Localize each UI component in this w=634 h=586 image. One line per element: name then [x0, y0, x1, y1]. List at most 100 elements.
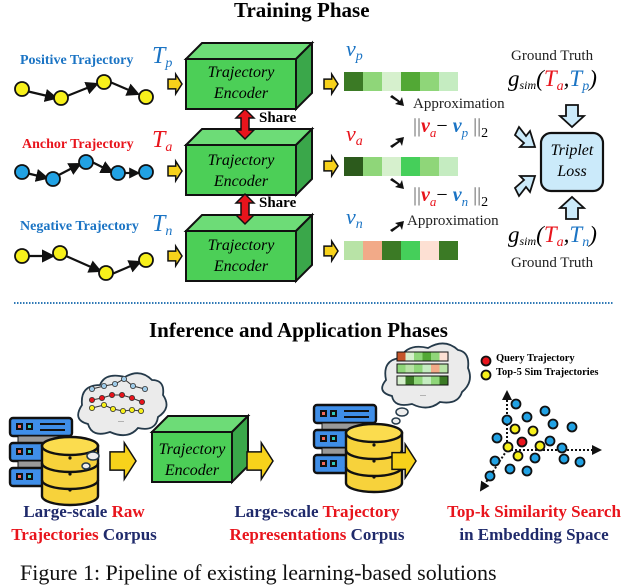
vector-cell [344, 72, 363, 91]
encoder-negative-label: Trajectory Encoder [207, 237, 275, 275]
rep-vector-row [396, 363, 449, 374]
svg-text:...: ... [420, 389, 426, 398]
trajectory-node [14, 81, 30, 97]
trajectory-node [98, 265, 114, 281]
vector-cell [363, 241, 382, 260]
output-arrow-positive [323, 71, 339, 97]
output-arrow-negative [323, 238, 339, 264]
vector-cell [439, 72, 458, 91]
vector-cell [420, 241, 439, 260]
vector-anchor [344, 157, 458, 176]
trajectory-node [138, 252, 154, 268]
va-symbol: va [346, 121, 363, 149]
triplet-loss-label: Triplet Loss [550, 142, 594, 180]
embedding-point [574, 456, 586, 468]
positive-symbol: Tp [152, 43, 173, 71]
trajectory-node [53, 90, 69, 106]
svg-text:...: ... [118, 415, 124, 424]
flow-arrow-2 [246, 440, 274, 482]
gt-top-arrow [557, 104, 587, 129]
vector-cell [382, 241, 401, 260]
trajectory-node [96, 74, 112, 90]
training-phase-title: Training Phase [234, 0, 370, 22]
embedding-point [539, 405, 551, 417]
raw-corpus-database-icon [8, 416, 100, 507]
embedding-point [491, 432, 503, 444]
share-label-bottom: Share [259, 195, 297, 211]
vector-cell [401, 241, 420, 260]
embedding-point [556, 442, 568, 454]
norm-pos-arrow [513, 125, 537, 148]
positive-trajectory-label: Positive Trajectory [20, 53, 134, 68]
anchor-trajectory-label: Anchor Trajectory [22, 137, 134, 152]
vector-cell [344, 241, 363, 260]
vector-cell [401, 72, 420, 91]
norm-anchor-negative: ||va− vn ||2 [413, 184, 489, 210]
positive-trajectory-path [14, 74, 154, 106]
query-point [516, 436, 528, 448]
anchor-trajectory-path [14, 154, 154, 187]
input-arrow-anchor [167, 158, 183, 184]
vector-cell [363, 157, 382, 176]
negative-trajectory-path [14, 245, 154, 281]
legend-query-marker [480, 355, 492, 367]
legend-topk-marker [480, 369, 492, 381]
trajectory-node [45, 171, 61, 187]
legend-topk-label: Top-5 Sim Trajectories [496, 367, 599, 378]
anchor-symbol: Ta [152, 127, 173, 155]
raw-corpus-label: Large-scale Raw Trajectories Corpus [11, 502, 157, 544]
inference-phase-title: Inference and Application Phases [149, 318, 448, 342]
embedding-point [521, 411, 533, 423]
encoder-inference-label: Trajectory Encoder [158, 441, 226, 479]
negative-trajectory-label: Negative Trajectory [20, 219, 139, 234]
top-k-point [527, 425, 539, 437]
rep-vector-row [396, 351, 449, 362]
vector-positive [344, 72, 458, 91]
vector-cell [344, 157, 363, 176]
rep-corpus-database-icon [312, 403, 404, 494]
vector-cell [363, 72, 382, 91]
vn-symbol: vn [346, 204, 363, 232]
vp-symbol: vp [346, 36, 363, 64]
top-k-point [502, 441, 514, 453]
gsim-negative: gsim(Ta,Tn) [508, 222, 597, 250]
trajectory-node [138, 89, 154, 105]
approximation-label-top: Approximation [413, 96, 505, 112]
vector-cell [382, 72, 401, 91]
norm-neg-arrow [513, 175, 537, 198]
trajectory-node [138, 164, 154, 180]
embedding-point [504, 463, 516, 475]
embedding-point [510, 398, 522, 410]
input-arrow-positive [167, 71, 183, 97]
representations-cloud-icon: ... [381, 342, 471, 425]
vector-cell [420, 72, 439, 91]
rep-vector-row [396, 375, 449, 386]
output-arrow-anchor [323, 153, 339, 179]
vector-cell [439, 157, 458, 176]
embedding-point [529, 452, 541, 464]
encoder-positive-label: Trajectory Encoder [207, 64, 275, 102]
legend-query-label: Query Trajectory [496, 353, 575, 364]
top-k-point [534, 440, 546, 452]
embedding-point [544, 435, 556, 447]
vector-cell [382, 157, 401, 176]
topk-search-label: Top-k Similarity Search in Embedding Spa… [447, 502, 621, 544]
embedding-point [547, 418, 559, 430]
embedding-space-plot [479, 390, 602, 492]
norm-anchor-positive: ||va− vp ||2 [413, 115, 489, 141]
gt-bottom-arrow [557, 195, 587, 220]
vector-cell [420, 157, 439, 176]
embedding-point [484, 470, 496, 482]
embedding-point [501, 414, 513, 426]
approximation-label-bottom: Approximation [407, 213, 499, 229]
embedding-point [489, 455, 501, 467]
vector-cell [439, 241, 458, 260]
trajectory-node [110, 165, 126, 181]
trajectory-node [78, 154, 94, 170]
embedding-point [521, 465, 533, 477]
rep-corpus-label: Large-scale Trajectory Representations C… [229, 502, 405, 544]
figure-caption: Figure 1: Pipeline of existing learning-… [20, 560, 497, 585]
input-arrow-negative [167, 243, 183, 269]
trajectory-node [14, 248, 30, 264]
trajectory-node [14, 164, 30, 180]
